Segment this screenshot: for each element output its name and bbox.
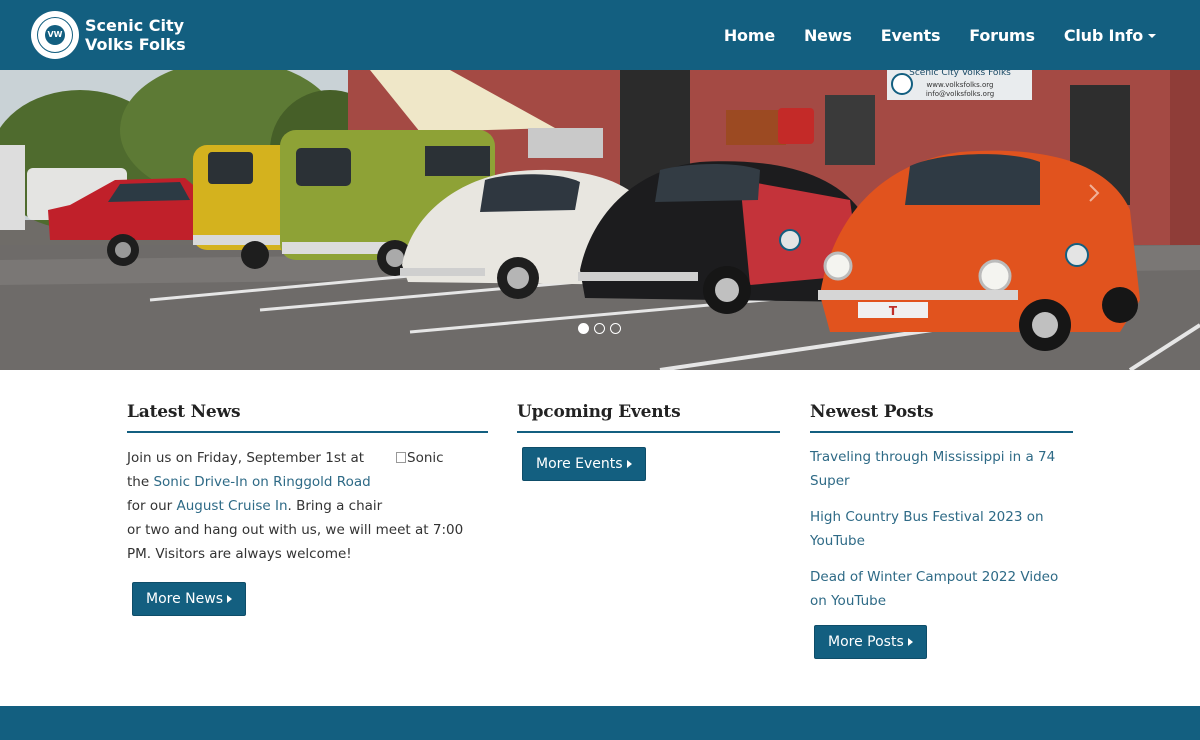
brand-line-1: Scenic City [85, 16, 185, 35]
more-posts-label: More Posts [828, 634, 904, 650]
page-footer [0, 706, 1200, 740]
nav-forums[interactable]: Forums [969, 26, 1035, 45]
banner-line-2: www.volksfolks.org [927, 81, 994, 89]
carousel-dot-2[interactable] [594, 323, 605, 334]
list-item: Dead of Winter Campout 2022 Video on You… [810, 565, 1073, 613]
post-link-2[interactable]: High Country Bus Festival 2023 on YouTub… [810, 509, 1044, 549]
vw-club-logo-icon: VW [31, 11, 79, 59]
hero-carousel[interactable]: Scenic City Volks Folks www.volksfolks.o… [0, 70, 1200, 370]
more-news-label: More News [146, 591, 223, 607]
latest-news-heading: Latest News [127, 402, 488, 433]
carousel-indicators [578, 323, 626, 334]
nav-home[interactable]: Home [724, 26, 775, 45]
upcoming-events-heading: Upcoming Events [517, 402, 780, 433]
brand-line-2: Volks Folks [85, 35, 186, 54]
top-navbar: VW Scenic City Volks Folks Home News Eve… [0, 0, 1200, 70]
carousel-dot-1[interactable] [578, 323, 589, 334]
logo-vw-text: VW [45, 25, 65, 45]
news-article: Sonic Join us on Friday, September 1st a… [127, 446, 488, 566]
newest-posts-heading: Newest Posts [810, 402, 1073, 433]
more-posts-button[interactable]: More Posts [814, 625, 927, 659]
brand-name: Scenic City Volks Folks [85, 16, 186, 54]
posts-list: Traveling through Mississippi in a 74 Su… [810, 445, 1073, 613]
newest-posts-section: Newest Posts Traveling through Mississip… [810, 402, 1073, 659]
list-item: High Country Bus Festival 2023 on YouTub… [810, 505, 1073, 553]
more-events-label: More Events [536, 456, 623, 472]
banner-line-1: Scenic City Volks Folks [909, 70, 1011, 78]
latest-news-section: Latest News Sonic Join us on Friday, Sep… [127, 402, 488, 616]
nav-events[interactable]: Events [881, 26, 941, 45]
sonic-image-alt: Sonic [407, 450, 444, 466]
post-link-1[interactable]: Traveling through Mississippi in a 74 Su… [810, 449, 1055, 489]
august-cruise-in-link[interactable]: August Cruise In [177, 498, 288, 514]
list-item: Traveling through Mississippi in a 74 Su… [810, 445, 1073, 493]
more-news-button[interactable]: More News [132, 582, 246, 616]
license-plate: T [889, 304, 898, 318]
carousel-dot-3[interactable] [610, 323, 621, 334]
upcoming-events-section: Upcoming Events More Events [517, 402, 780, 481]
news-text-2: for our [127, 498, 177, 514]
caret-right-icon [626, 460, 632, 468]
sonic-drive-in-link[interactable]: Sonic Drive-In on Ringgold Road [153, 474, 370, 490]
more-events-button[interactable]: More Events [522, 447, 646, 481]
broken-image-icon [396, 452, 406, 463]
nav-news[interactable]: News [804, 26, 852, 45]
brand-home-link[interactable]: VW Scenic City Volks Folks [31, 11, 186, 59]
caret-right-icon [907, 638, 913, 646]
caret-down-icon [1148, 34, 1156, 38]
nav-club-info[interactable]: Club Info [1064, 26, 1156, 45]
caret-right-icon [227, 595, 232, 603]
post-link-3[interactable]: Dead of Winter Campout 2022 Video on You… [810, 569, 1058, 609]
nav-club-info-label: Club Info [1063, 25, 1143, 45]
banner-line-3: info@volksfolks.org [926, 90, 994, 98]
sonic-image: Sonic [396, 446, 488, 512]
main-nav: Home News Events Forums Club Info [695, 0, 1156, 70]
